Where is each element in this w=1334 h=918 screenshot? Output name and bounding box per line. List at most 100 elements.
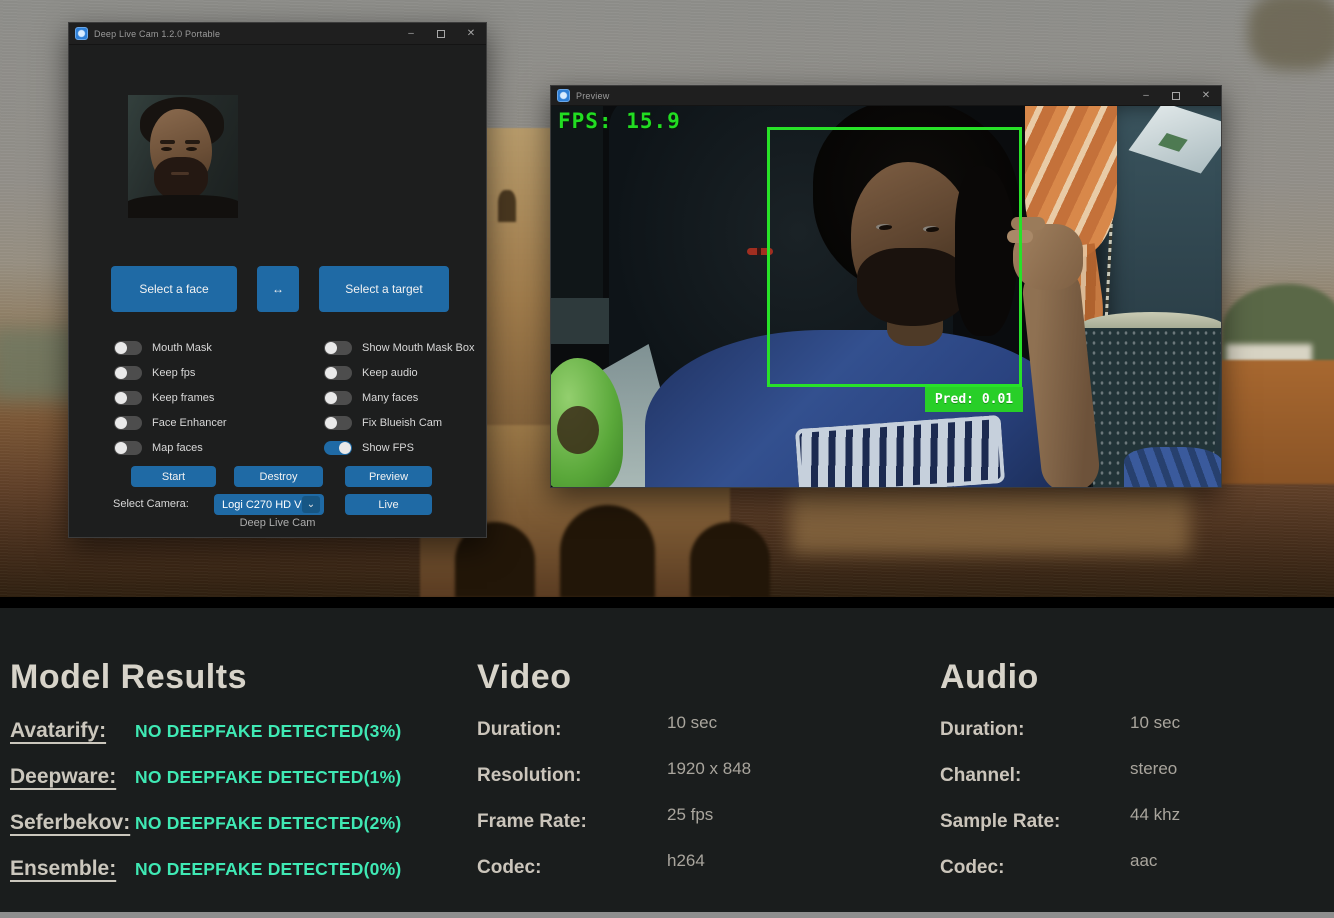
toggle-switch[interactable] <box>114 441 142 455</box>
toggle-label: Keep fps <box>152 367 195 379</box>
webcam-feed: FPS: 15.9 Pred: 0.01 <box>551 106 1221 487</box>
toggle-label: Show FPS <box>362 442 414 454</box>
close-button[interactable]: ✕ <box>456 23 486 44</box>
select-face-button[interactable]: Select a face <box>111 266 237 312</box>
info-label: Sample Rate: <box>940 811 1130 833</box>
camera-dropdown-value: Logi C270 HD V <box>222 499 302 511</box>
start-button[interactable]: Start <box>131 466 216 487</box>
toggle-keep-fps[interactable]: Keep fps <box>114 364 195 382</box>
toggle-switch[interactable] <box>114 366 142 380</box>
toggle-label: Mouth Mask <box>152 342 212 354</box>
toggle-label: Fix Blueish Cam <box>362 417 442 429</box>
toggle-show-fps[interactable]: Show FPS <box>324 439 414 457</box>
live-button[interactable]: Live <box>345 494 432 515</box>
toggle-keep-audio[interactable]: Keep audio <box>324 364 418 382</box>
toggle-switch[interactable] <box>324 416 352 430</box>
toggle-map-faces[interactable]: Map faces <box>114 439 203 457</box>
bottom-edge-strip <box>0 912 1334 918</box>
source-face-brow <box>160 140 175 144</box>
toggle-switch[interactable] <box>324 341 352 355</box>
dlc-body: Select a face ↔ Select a target Mouth Ma… <box>69 45 486 538</box>
audio-info-row: Codec: aac <box>940 857 1180 879</box>
deep-live-cam-window: Deep Live Cam 1.2.0 Portable – ✕ <box>68 22 487 538</box>
toggle-show-mouth-mask-box[interactable]: Show Mouth Mask Box <box>324 339 475 357</box>
model-results-section: Model Results Avatarify: NO DEEPFAKE DET… <box>10 658 401 903</box>
audio-info-row: Duration: 10 sec <box>940 719 1180 741</box>
minimize-button[interactable]: – <box>396 23 426 44</box>
toggle-fix-blueish-cam[interactable]: Fix Blueish Cam <box>324 414 442 432</box>
video-info-row: Resolution: 1920 x 848 <box>477 765 751 787</box>
app-footer-label: Deep Live Cam <box>69 517 486 529</box>
info-value: aac <box>1130 851 1157 871</box>
toggle-mouth-mask[interactable]: Mouth Mask <box>114 339 212 357</box>
source-face-image <box>128 95 238 218</box>
model-result-value: NO DEEPFAKE DETECTED(2%) <box>135 813 401 834</box>
model-name-link[interactable]: Seferbekov: <box>10 811 135 835</box>
wallpaper-tree <box>1248 0 1334 70</box>
wallpaper-arch <box>690 522 770 598</box>
window-title: Preview <box>576 91 609 101</box>
video-info-row: Frame Rate: 25 fps <box>477 811 751 833</box>
results-panel: Model Results Avatarify: NO DEEPFAKE DET… <box>0 608 1334 912</box>
model-name-link[interactable]: Ensemble: <box>10 857 135 881</box>
destroy-button[interactable]: Destroy <box>234 466 323 487</box>
face-detection-box <box>767 127 1022 387</box>
dlc-titlebar[interactable]: Deep Live Cam 1.2.0 Portable – ✕ <box>69 23 486 45</box>
toggle-switch[interactable] <box>114 416 142 430</box>
model-result-value: NO DEEPFAKE DETECTED(0%) <box>135 859 401 880</box>
toggle-label: Keep audio <box>362 367 418 379</box>
webcam-paper-label <box>1158 133 1188 152</box>
camera-dropdown[interactable]: Logi C270 HD V ⌄ <box>214 494 324 515</box>
toggle-label: Map faces <box>152 442 203 454</box>
swap-faces-button[interactable]: ↔ <box>257 266 299 312</box>
wallpaper-ruin-window <box>498 190 516 222</box>
maximize-icon <box>1172 92 1180 100</box>
toggle-label: Keep frames <box>152 392 214 404</box>
app-logo-icon <box>557 89 570 102</box>
info-value: h264 <box>667 851 705 871</box>
toggle-switch[interactable] <box>114 391 142 405</box>
model-result-row: Ensemble: NO DEEPFAKE DETECTED(0%) <box>10 857 401 881</box>
info-value: 10 sec <box>667 713 717 733</box>
desktop-wallpaper: Deep Live Cam 1.2.0 Portable – ✕ <box>0 0 1334 598</box>
info-label: Channel: <box>940 765 1130 787</box>
maximize-button[interactable] <box>1161 86 1191 105</box>
select-target-button[interactable]: Select a target <box>319 266 449 312</box>
select-camera-label: Select Camera: <box>113 498 189 510</box>
webcam-green-chair-seat <box>557 406 599 454</box>
section-heading: Video <box>477 658 751 697</box>
wallpaper-field <box>1220 360 1334 484</box>
toggle-many-faces[interactable]: Many faces <box>324 389 418 407</box>
toggle-keep-frames[interactable]: Keep frames <box>114 389 214 407</box>
model-name-link[interactable]: Avatarify: <box>10 719 135 743</box>
toggle-label: Show Mouth Mask Box <box>362 342 475 354</box>
info-label: Codec: <box>940 857 1130 879</box>
audio-section: Audio Duration: 10 sec Channel: stereo S… <box>940 658 1180 903</box>
toggle-switch[interactable] <box>324 391 352 405</box>
source-face-shoulders <box>128 195 238 218</box>
toggle-switch[interactable] <box>324 441 352 455</box>
toggle-switch[interactable] <box>324 366 352 380</box>
model-result-value: NO DEEPFAKE DETECTED(1%) <box>135 767 401 788</box>
toggle-face-enhancer[interactable]: Face Enhancer <box>114 414 227 432</box>
minimize-button[interactable]: – <box>1131 86 1161 105</box>
info-value: 1920 x 848 <box>667 759 751 779</box>
webcam-monitor <box>551 106 603 306</box>
fps-counter: FPS: 15.9 <box>558 109 681 133</box>
video-info-row: Duration: 10 sec <box>477 719 751 741</box>
info-label: Codec: <box>477 857 667 879</box>
info-label: Frame Rate: <box>477 811 667 833</box>
model-name-link[interactable]: Deepware: <box>10 765 135 789</box>
preview-button[interactable]: Preview <box>345 466 432 487</box>
maximize-button[interactable] <box>426 23 456 44</box>
preview-titlebar[interactable]: Preview – ✕ <box>551 86 1221 106</box>
close-button[interactable]: ✕ <box>1191 86 1221 105</box>
info-label: Duration: <box>940 719 1130 741</box>
toggle-switch[interactable] <box>114 341 142 355</box>
model-result-row: Avatarify: NO DEEPFAKE DETECTED(3%) <box>10 719 401 743</box>
info-value: stereo <box>1130 759 1177 779</box>
toggle-label: Face Enhancer <box>152 417 227 429</box>
section-heading: Model Results <box>10 658 401 697</box>
app-logo-icon <box>75 27 88 40</box>
person-hand <box>1013 224 1083 290</box>
